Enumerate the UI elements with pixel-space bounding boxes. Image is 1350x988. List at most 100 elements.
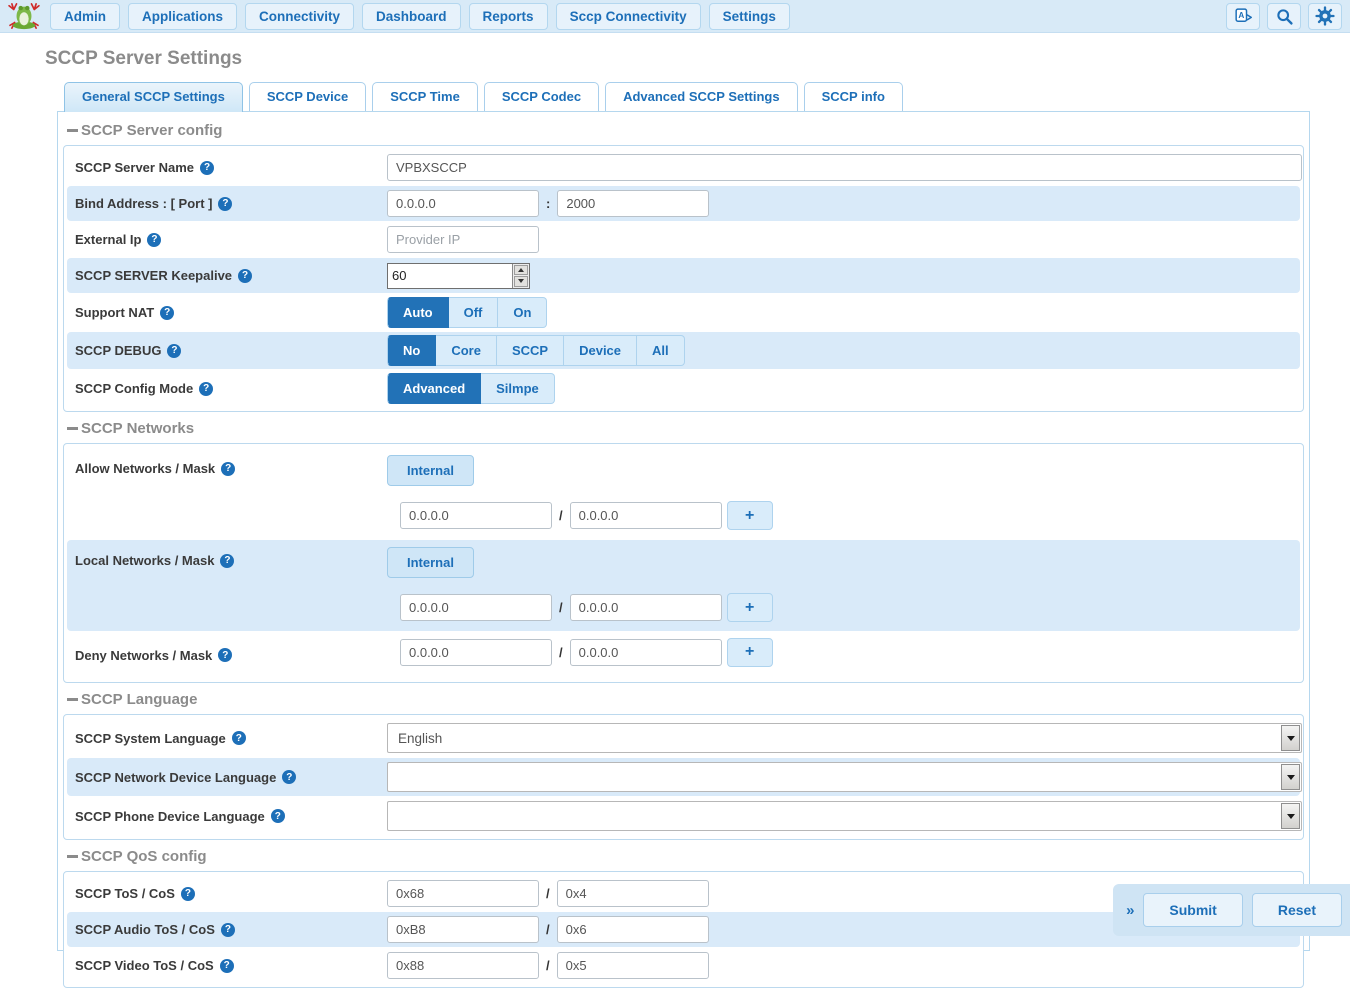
- local-mask-input[interactable]: [570, 594, 722, 621]
- local-internal-button[interactable]: Internal: [387, 547, 474, 578]
- row-label: SCCP System Language ?: [72, 731, 387, 746]
- help-icon[interactable]: ?: [167, 344, 181, 358]
- debug-no-button[interactable]: No: [387, 335, 436, 366]
- chevrons-icon[interactable]: »: [1126, 902, 1134, 919]
- row-deny-networks: Deny Networks / Mask ? / +: [67, 632, 1300, 678]
- section-header-server-config[interactable]: SCCP Server config: [67, 122, 1304, 139]
- deny-mask-input[interactable]: [570, 639, 722, 666]
- help-icon[interactable]: ?: [218, 197, 232, 211]
- local-add-button[interactable]: +: [727, 593, 773, 622]
- help-icon[interactable]: ?: [232, 731, 246, 745]
- help-icon[interactable]: ?: [221, 923, 235, 937]
- phone-device-language-select[interactable]: [387, 801, 1302, 831]
- selected-value: English: [388, 724, 1280, 752]
- video-tos-input[interactable]: [387, 952, 539, 979]
- cos-input[interactable]: [557, 880, 709, 907]
- translate-icon[interactable]: A: [1226, 3, 1260, 30]
- audio-cos-input[interactable]: [557, 916, 709, 943]
- debug-sccp-button[interactable]: SCCP: [497, 335, 564, 366]
- bind-address-input[interactable]: [387, 190, 539, 217]
- section-box-language: SCCP System Language ? English SCCP Netw…: [63, 714, 1304, 840]
- help-icon[interactable]: ?: [282, 770, 296, 784]
- debug-all-button[interactable]: All: [637, 335, 685, 366]
- row-system-language: SCCP System Language ? English: [67, 719, 1300, 757]
- debug-device-button[interactable]: Device: [564, 335, 637, 366]
- allow-internal-button[interactable]: Internal: [387, 455, 474, 486]
- collapse-dash-icon: [67, 129, 78, 132]
- tab-general-sccp-settings[interactable]: General SCCP Settings: [64, 82, 243, 112]
- nat-on-button[interactable]: On: [498, 297, 547, 328]
- video-cos-input[interactable]: [557, 952, 709, 979]
- nat-auto-button[interactable]: Auto: [387, 297, 449, 328]
- section-header-language[interactable]: SCCP Language: [67, 691, 1304, 708]
- tab-sccp-codec[interactable]: SCCP Codec: [484, 82, 599, 111]
- deny-network-input[interactable]: [400, 639, 552, 666]
- network-device-language-select[interactable]: [387, 762, 1302, 792]
- keepalive-input[interactable]: [388, 264, 512, 288]
- row-network-device-language: SCCP Network Device Language ?: [67, 758, 1300, 796]
- server-name-input[interactable]: [387, 154, 1302, 181]
- allow-add-button[interactable]: +: [727, 501, 773, 530]
- nav-item-settings[interactable]: Settings: [709, 3, 790, 30]
- external-ip-input[interactable]: [387, 226, 539, 253]
- search-icon[interactable]: [1267, 3, 1301, 30]
- spin-up-icon[interactable]: [514, 265, 528, 276]
- tab-sccp-time[interactable]: SCCP Time: [372, 82, 478, 111]
- gear-icon[interactable]: [1308, 3, 1342, 30]
- spinner-buttons: [512, 264, 529, 288]
- page-title: SCCP Server Settings: [45, 48, 1350, 70]
- help-icon[interactable]: ?: [160, 306, 174, 320]
- collapse-dash-icon: [67, 698, 78, 701]
- help-icon[interactable]: ?: [199, 382, 213, 396]
- tab-sccp-device[interactable]: SCCP Device: [249, 82, 366, 111]
- tab-sccp-info[interactable]: SCCP info: [804, 82, 903, 111]
- section-header-networks[interactable]: SCCP Networks: [67, 420, 1304, 437]
- nav-item-dashboard[interactable]: Dashboard: [362, 3, 461, 30]
- help-icon[interactable]: ?: [271, 809, 285, 823]
- deny-add-button[interactable]: +: [727, 638, 773, 667]
- help-icon[interactable]: ?: [147, 233, 161, 247]
- nav-item-sccp-connectivity[interactable]: Sccp Connectivity: [556, 3, 701, 30]
- help-icon[interactable]: ?: [218, 648, 232, 662]
- spin-down-icon[interactable]: [514, 276, 528, 287]
- bind-port-input[interactable]: [557, 190, 709, 217]
- section-header-qos[interactable]: SCCP QoS config: [67, 848, 1304, 865]
- slash-separator: /: [546, 922, 550, 937]
- debug-core-button[interactable]: Core: [436, 335, 497, 366]
- help-icon[interactable]: ?: [181, 887, 195, 901]
- allow-mask-input[interactable]: [570, 502, 722, 529]
- nat-off-button[interactable]: Off: [449, 297, 499, 328]
- system-language-select[interactable]: English: [387, 723, 1302, 753]
- nav-item-applications[interactable]: Applications: [128, 3, 237, 30]
- label-text: Deny Networks / Mask: [75, 648, 212, 663]
- section-title: SCCP QoS config: [81, 848, 207, 865]
- tos-input[interactable]: [387, 880, 539, 907]
- slash-separator: /: [559, 645, 563, 660]
- chevron-down-icon: [1281, 803, 1300, 829]
- nav-item-connectivity[interactable]: Connectivity: [245, 3, 354, 30]
- submit-button[interactable]: Submit: [1143, 893, 1242, 927]
- label-text: SCCP Video ToS / CoS: [75, 958, 214, 973]
- nav-item-reports[interactable]: Reports: [469, 3, 548, 30]
- tab-advanced-sccp-settings[interactable]: Advanced SCCP Settings: [605, 82, 798, 111]
- config-mode-advanced-button[interactable]: Advanced: [387, 373, 481, 404]
- nav-item-admin[interactable]: Admin: [50, 3, 120, 30]
- audio-tos-input[interactable]: [387, 916, 539, 943]
- help-icon[interactable]: ?: [220, 554, 234, 568]
- frog-logo-icon: [6, 1, 42, 31]
- allow-network-input[interactable]: [400, 502, 552, 529]
- label-text: SCCP Server Name: [75, 160, 194, 175]
- local-network-input[interactable]: [400, 594, 552, 621]
- help-icon[interactable]: ?: [238, 269, 252, 283]
- row-label: SCCP Video ToS / CoS ?: [72, 958, 387, 973]
- svg-text:A: A: [1238, 11, 1244, 20]
- config-mode-simple-button[interactable]: Silmpe: [481, 373, 555, 404]
- row-label: SCCP Network Device Language ?: [72, 770, 387, 785]
- help-icon[interactable]: ?: [220, 959, 234, 973]
- selected-value: [388, 763, 1280, 791]
- reset-button[interactable]: Reset: [1252, 893, 1342, 927]
- help-icon[interactable]: ?: [221, 462, 235, 476]
- section-title: SCCP Server config: [81, 122, 222, 139]
- row-label: External Ip ?: [72, 232, 387, 247]
- help-icon[interactable]: ?: [200, 161, 214, 175]
